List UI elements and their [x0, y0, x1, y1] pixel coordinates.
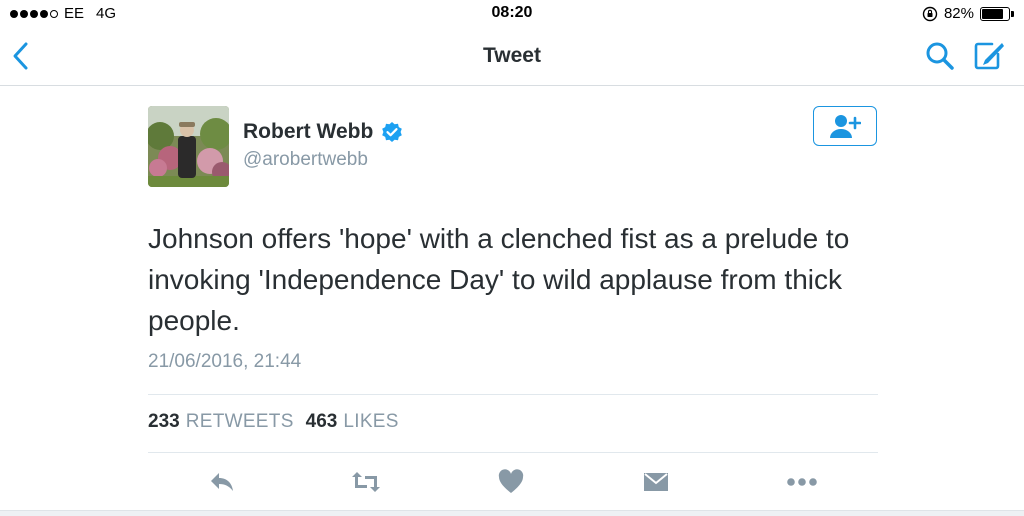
divider: [148, 394, 878, 395]
verified-badge-icon: [382, 122, 403, 142]
like-icon[interactable]: [495, 466, 527, 498]
bottom-strip: [0, 510, 1024, 516]
battery-percent: 82%: [943, 5, 974, 22]
status-bar: EE 4G 08:20 82%: [0, 0, 1024, 28]
add-user-icon: [830, 115, 861, 138]
follow-button[interactable]: [813, 106, 877, 146]
avatar[interactable]: [148, 106, 229, 187]
reply-icon[interactable]: [206, 466, 238, 498]
nav-bar: Tweet: [0, 28, 1024, 86]
search-icon[interactable]: [924, 40, 956, 72]
tweet-stats: 233 RETWEETS 463 LIKES: [148, 411, 411, 433]
battery-icon: [980, 6, 1014, 21]
status-right: 82%: [922, 5, 1014, 22]
divider: [148, 452, 878, 453]
author-name-row: Robert Webb: [243, 120, 403, 144]
author-handle[interactable]: @arobertwebb: [243, 149, 368, 171]
likes-count[interactable]: 463: [306, 411, 338, 433]
direct-message-icon[interactable]: [640, 466, 672, 498]
tweet-timestamp: 21/06/2016, 21:44: [148, 351, 302, 372]
status-time: 08:20: [491, 4, 533, 21]
battery-fill: [982, 8, 1004, 19]
orientation-lock-icon: [922, 6, 938, 21]
author-name[interactable]: Robert Webb: [243, 120, 373, 144]
retweets-count[interactable]: 233: [148, 411, 180, 433]
compose-icon[interactable]: [972, 40, 1006, 72]
page-title: Tweet: [483, 44, 541, 67]
more-icon[interactable]: [786, 466, 818, 498]
tweet-actions: [0, 466, 1024, 498]
tweet-text: Johnson offers 'hope' with a clenched fi…: [148, 223, 850, 336]
likes-label[interactable]: LIKES: [343, 411, 398, 433]
retweet-icon[interactable]: [350, 466, 382, 498]
retweets-label[interactable]: RETWEETS: [186, 411, 294, 433]
